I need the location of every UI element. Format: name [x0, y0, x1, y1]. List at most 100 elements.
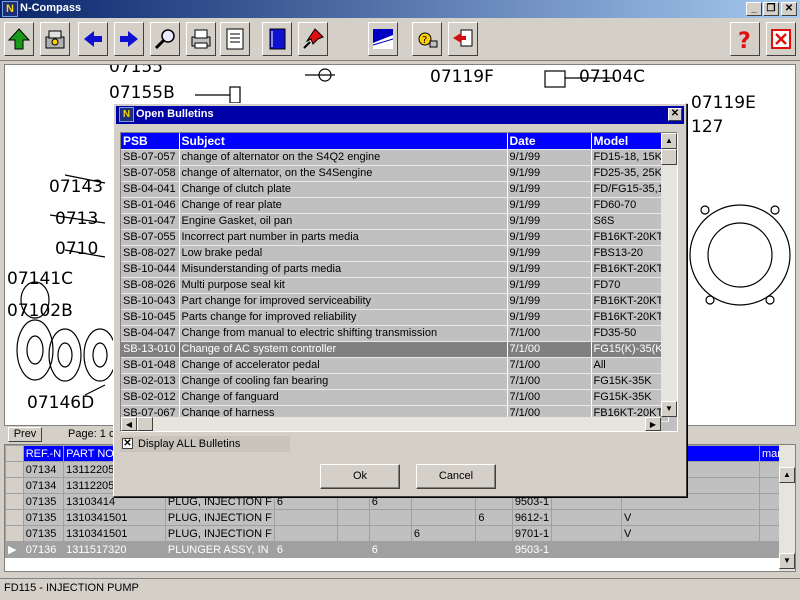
subject-cell: Change of clutch plate — [179, 181, 508, 198]
date-cell: 9/1/99 — [507, 197, 592, 214]
bulletin-row[interactable]: SB-01-048 Change of accelerator pedal 7/1/… — [121, 357, 670, 374]
row-indicator[interactable] — [5, 525, 24, 542]
cancel-button[interactable]: Cancel — [416, 464, 496, 489]
parts-row[interactable]: 07135 1310341501 PLUG, INJECTION F 6 9701-1 V — [5, 525, 795, 542]
drawing-label[interactable]: 07102B — [7, 301, 73, 321]
scroll-up-button[interactable]: ▲ — [779, 467, 795, 483]
grid-vertical-scrollbar[interactable]: ▲ ▼ — [779, 445, 795, 571]
model-column-header[interactable]: Model — [591, 133, 670, 150]
bulletin-row[interactable]: SB-07-057 change of alternator on the S4Q… — [121, 149, 670, 166]
drawing-label[interactable]: 07119E — [691, 93, 756, 113]
display-all-checkbox[interactable]: ✕ — [122, 438, 133, 449]
app-icon[interactable]: N — [2, 1, 18, 17]
drawing-label[interactable]: 07155 — [109, 65, 163, 77]
back-button[interactable] — [78, 22, 108, 56]
parts-cell: 6 — [410, 525, 477, 542]
drawing-label[interactable]: 07104C — [579, 67, 645, 87]
psb-cell: SB-02-012 — [121, 389, 180, 406]
row-indicator[interactable] — [5, 477, 24, 494]
scroll-down-button[interactable]: ▼ — [661, 401, 677, 417]
home-up-button[interactable] — [4, 22, 34, 56]
row-indicator[interactable] — [5, 493, 24, 510]
drawing-label[interactable]: 07155B — [109, 83, 175, 103]
forward-button[interactable] — [114, 22, 144, 56]
scroll-right-button[interactable]: ▶ — [645, 417, 661, 431]
bulletins-horizontal-scrollbar[interactable]: ◀ ▶ — [121, 417, 661, 431]
scroll-thumb[interactable] — [661, 149, 677, 165]
bulletin-row[interactable]: SB-07-058 change of alternator, on the S4… — [121, 165, 670, 182]
bulletins-list[interactable]: PSB Subject Date Model SB-07-057 change o… — [120, 132, 678, 432]
bulletin-row[interactable]: SB-01-046 Change of rear plate 9/1/99 FD60-… — [121, 197, 670, 214]
display-all-row[interactable]: ✕ Display ALL Bulletins — [120, 436, 290, 452]
model-cell: FBS13-20 — [591, 245, 670, 262]
drawing-label[interactable]: 07146D — [27, 393, 94, 413]
psb-cell: SB-08-027 — [121, 245, 180, 262]
dialog-app-icon: N — [119, 107, 134, 122]
psb-cell: SB-10-045 — [121, 309, 180, 326]
search-button[interactable] — [150, 22, 180, 56]
subject-cell: Part change for improved serviceability — [179, 293, 508, 310]
bulletin-button[interactable] — [368, 22, 398, 56]
exit-icon — [771, 29, 791, 49]
scroll-thumb[interactable] — [137, 417, 153, 431]
bulletin-row[interactable]: SB-08-026 Multi purpose seal kit 9/1/99 FD7… — [121, 277, 670, 294]
scroll-down-button[interactable]: ▼ — [779, 553, 795, 569]
bulletin-row[interactable]: SB-08-027 Low brake pedal 9/1/99 FBS13-20 — [121, 245, 670, 262]
restore-button[interactable]: ❐ — [763, 2, 779, 16]
drawing-label[interactable]: 127 — [691, 117, 723, 137]
model-cell: FG15(K)-35(K) — [591, 341, 670, 358]
dialog-close-button[interactable]: ✕ — [668, 108, 682, 121]
psb-column-header[interactable]: PSB — [121, 133, 180, 150]
bulletin-row[interactable]: SB-10-045 Parts change for improved relia… — [121, 309, 670, 326]
bulletin-row[interactable]: SB-04-041 Change of clutch plate 9/1/99 FD/… — [121, 181, 670, 198]
parts-cell — [620, 541, 760, 558]
date-column-header[interactable]: Date — [507, 133, 592, 150]
drawing-label[interactable]: 0710 — [55, 239, 98, 259]
parts-cell — [273, 525, 338, 542]
notebook-button[interactable] — [262, 22, 292, 56]
bulletin-row[interactable]: SB-07-055 Incorrect part number in parts … — [121, 229, 670, 246]
bulletin-row[interactable]: SB-10-044 Misunderstanding of parts media… — [121, 261, 670, 278]
parts-row[interactable]: 07135 1310341501 PLUG, INJECTION F 6 9612-1 V — [5, 509, 795, 526]
bulletins-vertical-scrollbar[interactable]: ▲ ▼ — [661, 133, 677, 417]
bulletins-table[interactable]: PSB Subject Date Model SB-07-057 change o… — [121, 133, 670, 422]
prev-button[interactable]: Prev — [8, 427, 42, 442]
display-all-label[interactable]: Display ALL Bulletins — [138, 438, 240, 450]
parts-row[interactable]: ▶ 07136 1311517320 PLUNGER ASSY, IN 6 6 9503-1 — [5, 541, 795, 558]
parts-cell — [475, 525, 513, 542]
exit-button[interactable] — [766, 22, 796, 56]
drawing-label[interactable]: 07119F — [430, 67, 494, 87]
row-indicator[interactable] — [5, 461, 24, 478]
library-button[interactable] — [40, 22, 70, 56]
document-list-button[interactable] — [220, 22, 250, 56]
parts-cell: 07134 — [22, 477, 65, 494]
bulletin-row[interactable]: SB-01-047 Engine Gasket, oil pan 9/1/99 S6S — [121, 213, 670, 230]
ok-button[interactable]: Ok — [320, 464, 400, 489]
bulletin-row[interactable]: SB-02-012 Change of fanguard 7/1/00 FG15K-3… — [121, 389, 670, 406]
help-button[interactable]: ? — [730, 22, 760, 56]
bulletin-icon — [372, 29, 394, 49]
export-button[interactable] — [448, 22, 478, 56]
drawing-label[interactable]: 07143 — [49, 177, 103, 197]
scroll-up-button[interactable]: ▲ — [661, 133, 677, 149]
bulletin-row[interactable]: SB-13-010 Change of AC system controller 7… — [121, 341, 670, 358]
column-header[interactable]: REF.-N — [22, 445, 65, 462]
svg-text:?: ? — [422, 35, 427, 46]
row-indicator[interactable]: ▶ — [5, 541, 24, 558]
subject-cell: Parts change for improved reliability — [179, 309, 508, 326]
minimize-button[interactable]: _ — [746, 2, 762, 16]
bulletin-row[interactable]: SB-02-013 Change of cooling fan bearing 7/… — [121, 373, 670, 390]
print-button[interactable] — [186, 22, 216, 56]
row-indicator[interactable] — [5, 509, 24, 526]
subject-cell: Low brake pedal — [179, 245, 508, 262]
open-bulletins-dialog: N Open Bulletins ✕ PSB Subject Date Mode… — [113, 103, 687, 497]
subject-column-header[interactable]: Subject — [179, 133, 508, 150]
drawing-label[interactable]: 0713 — [55, 209, 98, 229]
bulletin-row[interactable]: SB-10-043 Part change for improved servic… — [121, 293, 670, 310]
close-window-button[interactable]: ✕ — [781, 2, 797, 16]
help-keys-button[interactable]: ? — [412, 22, 442, 56]
scroll-left-button[interactable]: ◀ — [121, 417, 137, 431]
pushpin-button[interactable] — [298, 22, 328, 56]
drawing-label[interactable]: 07141C — [7, 269, 73, 289]
bulletin-row[interactable]: SB-04-047 Change from manual to electric … — [121, 325, 670, 342]
